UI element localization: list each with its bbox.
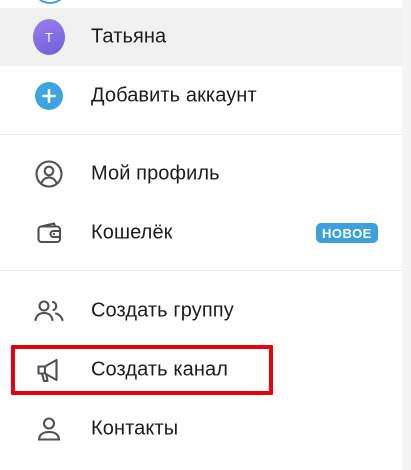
account-avatar: Т — [33, 19, 65, 55]
side-menu: Т Татьяна Добавить аккаунт Мой профиль К… — [0, 0, 402, 470]
add-account-button[interactable]: Добавить аккаунт — [0, 67, 402, 125]
menu-item-contacts[interactable]: Контакты — [0, 400, 402, 458]
menu-item-wallet-label: Кошелёк — [91, 221, 173, 244]
scrollbar[interactable] — [402, 0, 411, 470]
wallet-icon — [33, 217, 65, 249]
user-circle-icon — [33, 158, 65, 190]
menu-item-contacts-label: Контакты — [91, 417, 179, 440]
divider — [0, 134, 402, 135]
menu-item-profile-label: Мой профиль — [91, 162, 220, 185]
account-row-current[interactable]: Т Татьяна — [0, 8, 402, 66]
divider — [0, 270, 402, 271]
menu-item-new-group[interactable]: Создать группу — [0, 282, 402, 340]
plus-circle-icon — [33, 80, 65, 112]
menu-item-profile[interactable]: Мой профиль — [0, 145, 402, 203]
menu-item-new-group-label: Создать группу — [91, 299, 234, 322]
menu-item-wallet[interactable]: Кошелёк НОВОЕ — [0, 204, 402, 262]
highlight-annotation — [11, 345, 273, 395]
account-avatar-partial[interactable] — [32, 0, 68, 4]
add-account-label: Добавить аккаунт — [91, 84, 257, 107]
people-icon — [33, 295, 65, 327]
account-name: Татьяна — [91, 25, 167, 48]
person-icon — [33, 413, 65, 445]
account-avatar-initial: Т — [33, 19, 65, 55]
new-badge: НОВОЕ — [316, 223, 378, 243]
